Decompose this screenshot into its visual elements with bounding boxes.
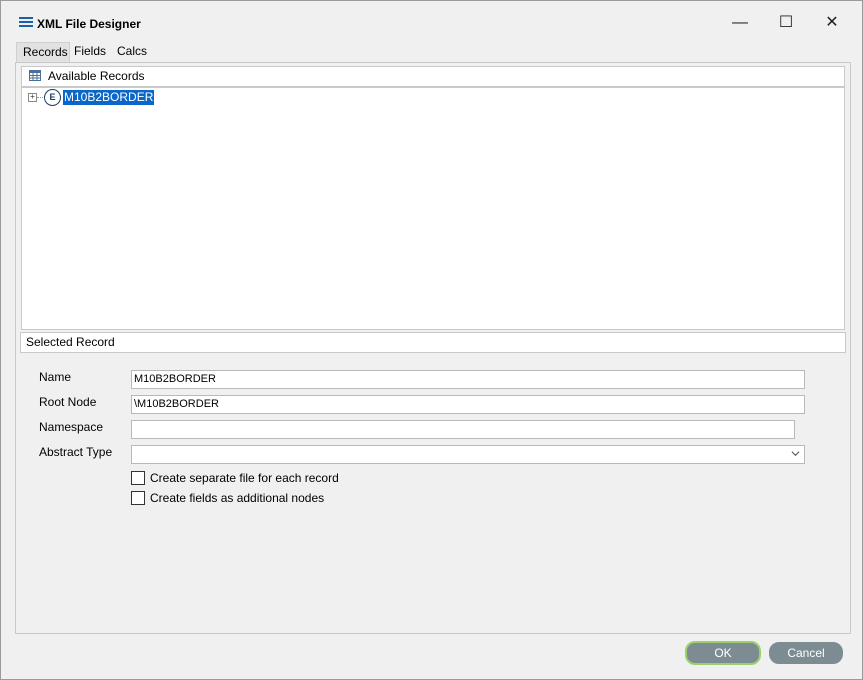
title-bar[interactable]: XML File Designer — ☐ ✕ bbox=[1, 1, 862, 39]
available-records-title: Available Records bbox=[48, 69, 145, 83]
abstract-type-select[interactable] bbox=[131, 445, 805, 464]
additional-nodes-label: Create fields as additional nodes bbox=[150, 491, 325, 505]
separate-file-checkbox[interactable] bbox=[131, 471, 145, 485]
tree-item-m10b2border[interactable]: M10B2BORDER bbox=[63, 90, 155, 105]
minimize-button[interactable]: — bbox=[717, 9, 763, 37]
name-input[interactable]: M10B2BORDER bbox=[131, 370, 805, 389]
cancel-button[interactable]: Cancel bbox=[769, 642, 843, 664]
menu-icon[interactable] bbox=[19, 17, 33, 27]
additional-nodes-checkbox[interactable] bbox=[131, 491, 145, 505]
abstract-type-label: Abstract Type bbox=[39, 445, 113, 459]
selected-record-title: Selected Record bbox=[26, 335, 115, 349]
records-tree[interactable]: + E M10B2BORDER bbox=[21, 87, 845, 330]
chevron-down-icon[interactable] bbox=[791, 449, 800, 458]
tab-calcs[interactable]: Calcs bbox=[111, 42, 153, 61]
name-label: Name bbox=[39, 370, 72, 384]
ok-button[interactable]: OK bbox=[685, 641, 761, 665]
tree-connector bbox=[37, 97, 43, 98]
record-icon: E bbox=[44, 89, 61, 106]
tab-fields[interactable]: Fields bbox=[68, 42, 112, 61]
namespace-input[interactable] bbox=[131, 420, 795, 439]
xml-file-designer-window: XML File Designer — ☐ ✕ Records Fields C… bbox=[0, 0, 863, 680]
expand-icon[interactable]: + bbox=[28, 93, 37, 102]
root-node-label: Root Node bbox=[39, 395, 97, 409]
table-icon bbox=[29, 70, 41, 81]
close-button[interactable]: ✕ bbox=[809, 9, 855, 37]
tab-records[interactable]: Records bbox=[16, 42, 70, 62]
separate-file-label: Create separate file for each record bbox=[150, 471, 339, 485]
records-panel: Available Records + E M10B2BORDER Select… bbox=[15, 62, 851, 634]
maximize-button[interactable]: ☐ bbox=[763, 9, 809, 37]
root-node-input[interactable]: \M10B2BORDER bbox=[131, 395, 805, 414]
window-title: XML File Designer bbox=[37, 17, 141, 31]
namespace-label: Namespace bbox=[39, 420, 104, 434]
selected-record-header: Selected Record bbox=[20, 332, 846, 353]
available-records-header: Available Records bbox=[21, 66, 845, 87]
